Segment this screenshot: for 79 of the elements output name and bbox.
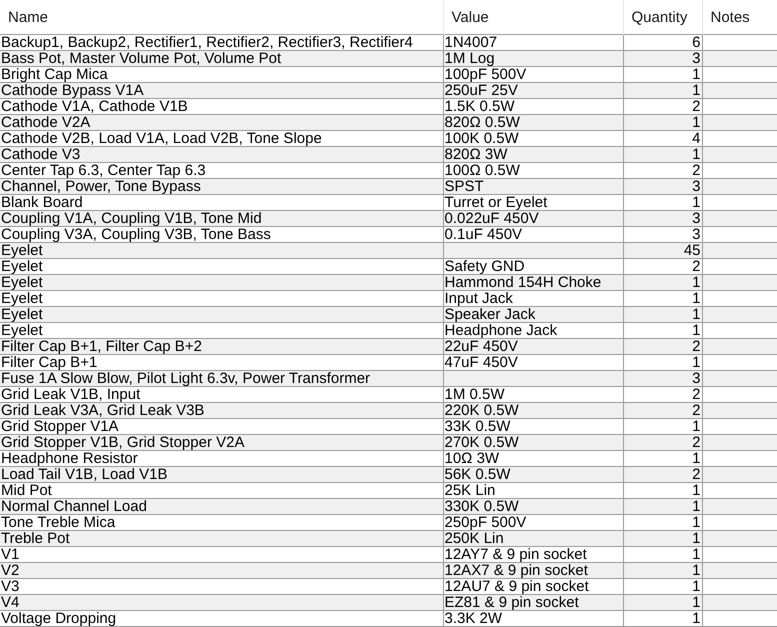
table-cell: SPST [444,180,484,194]
table-cell: 1 [692,84,700,98]
table-cell: Treble Pot [1,532,70,546]
column-header[interactable]: Name [8,8,48,26]
table-cell: 100Ω 0.5W [444,164,520,178]
table-cell: 1 [692,292,700,306]
table-cell: 3 [692,228,700,242]
table-cell: 1 [692,324,700,338]
table-cell: 1 [692,596,700,610]
column-header[interactable]: Notes [710,8,750,26]
table-cell: 270K 0.5W [444,436,519,450]
table-cell: 33K 0.5W [444,420,510,434]
table-cell: Blank Board [1,196,83,210]
table-cell: V2 [1,564,20,578]
table-cell: 1 [692,116,700,130]
table-cell: 0.022uF 450V [444,212,539,226]
table-cell: 1 [692,484,700,498]
table-cell: 1 [692,532,700,546]
table-cell: 1 [692,500,700,514]
table-cell: 2 [692,340,700,354]
table-cell: 1 [692,196,700,210]
table-cell: Mid Pot [1,484,52,498]
table-cell: 1 [692,276,700,290]
table-cell: V3 [1,580,20,594]
table-cell: 3 [692,180,700,194]
table-cell: 220K 0.5W [444,404,519,418]
table-cell: 820Ω 0.5W [444,116,520,130]
table-cell: 1 [692,420,700,434]
table-cell: Normal Channel Load [1,500,147,514]
table-cell: 1 [692,612,700,626]
table-cell: 2 [692,100,700,114]
table-cell: 3 [692,212,700,226]
table-cell: 1 [692,580,700,594]
table-cell: Grid Leak V3A, Grid Leak V3B [1,404,204,418]
table-cell: 250K Lin [444,532,504,546]
table-cell: 1 [692,308,700,322]
table-cell: 820Ω 3W [444,148,508,162]
table-cell: 250uF 25V [444,84,518,98]
table-cell: 56K 0.5W [444,468,510,482]
table-cell: 1 [692,452,700,466]
table-cell: 4 [692,132,700,146]
table-cell: 25K Lin [444,484,496,498]
table-cell: 0.1uF 450V [444,228,522,242]
column-header[interactable]: Value [452,8,489,26]
table-cell: 47uF 450V [444,356,518,370]
table-cell: 6 [692,36,700,50]
table-cell: 3 [692,372,700,386]
table-cell: V1 [1,548,20,562]
table-cell: 1 [692,516,700,530]
table-cell: 3.3K 2W [444,612,502,626]
column-header[interactable]: Quantity [632,8,688,26]
table-cell: 2 [692,260,700,274]
table-cell: 1 [692,564,700,578]
table-cell: Hammond 154H Choke [444,276,602,290]
table-cell: V4 [1,596,20,610]
table-cell: 2 [692,436,700,450]
table-cell: Cathode V1A, Cathode V1B [1,100,188,114]
table-cell: 22uF 450V [444,340,518,354]
table-cell: Bass Pot, Master Volume Pot, Volume Pot [1,52,282,66]
table-cell: Tone Treble Mica [1,516,116,530]
table-cell: Load Tail V1B, Load V1B [1,468,168,482]
table-cell: 2 [692,164,700,178]
table-cell: 2 [692,404,700,418]
table-cell: Cathode V3 [1,148,80,162]
table-cell: 10Ω 3W [444,452,500,466]
table-cell: Cathode V2A [1,116,90,130]
table-cell: 45 [684,244,700,258]
table-cell: 1 [692,548,700,562]
table-cell: 1.5K 0.5W [444,100,515,114]
table-cell: 2 [692,468,700,482]
table-cell: 1 [692,68,700,82]
table-cell: 100K 0.5W [444,132,519,146]
table-cell: 1M 0.5W [444,388,505,402]
table-cell: 2 [692,388,700,402]
table-cell: 1 [692,148,700,162]
table-cell: 1 [692,356,700,370]
table-cell: 3 [692,52,700,66]
table-cell: 330K 0.5W [444,500,519,514]
table-cell: 1N4007 [444,36,498,50]
